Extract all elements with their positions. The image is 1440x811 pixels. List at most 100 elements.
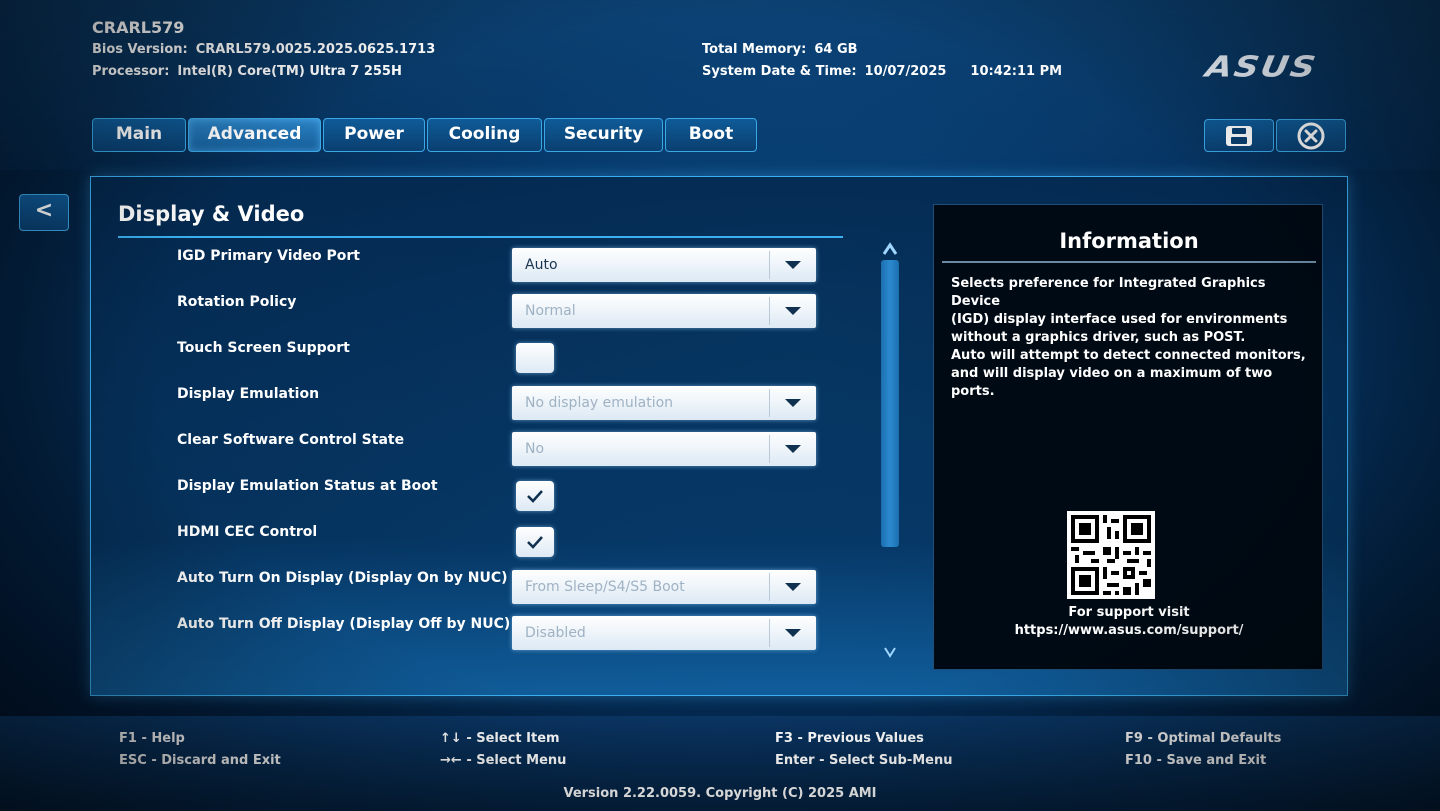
scroll-up-icon[interactable] bbox=[881, 240, 899, 258]
hdmi-cec-control-checkbox[interactable] bbox=[516, 527, 554, 557]
footer-key-f1: F1 - Help bbox=[119, 731, 185, 746]
setting-label-auto-turn-off-display: Auto Turn Off Display (Display Off by NU… bbox=[177, 616, 511, 632]
section-divider bbox=[118, 236, 843, 238]
asus-logo: ASUS bbox=[1203, 50, 1320, 84]
dropdown-value: Disabled bbox=[525, 625, 586, 641]
dropdown-separator bbox=[769, 435, 770, 463]
info-line: (IGD) display interface used for environ… bbox=[951, 312, 1288, 327]
key-name: F10 bbox=[1125, 753, 1152, 768]
support-url: https://www.asus.com/support/ bbox=[1014, 623, 1244, 638]
section-title: Display & Video bbox=[118, 202, 305, 226]
setting-label-clear-software-control-state: Clear Software Control State bbox=[177, 432, 405, 448]
footer-key-arrows-leftright: →← - Select Menu bbox=[440, 753, 567, 768]
processor-value: Intel(R) Core(TM) Ultra 7 255H bbox=[177, 64, 402, 79]
information-title: Information bbox=[1059, 229, 1199, 253]
dropdown-separator bbox=[769, 573, 770, 601]
footer-key-esc: ESC - Discard and Exit bbox=[119, 753, 281, 768]
dropdown-separator bbox=[769, 251, 770, 279]
dropdown-value: No bbox=[525, 441, 545, 457]
exit-button[interactable] bbox=[1276, 119, 1346, 152]
scrollbar-thumb[interactable] bbox=[881, 260, 899, 547]
footer-key-f9: F9 - Optimal Defaults bbox=[1125, 731, 1282, 746]
setting-label-touch-screen-support: Touch Screen Support bbox=[177, 340, 350, 356]
checkmark-icon bbox=[527, 536, 543, 549]
clear-software-control-state-dropdown[interactable]: No bbox=[512, 432, 816, 466]
key-desc: Select Menu bbox=[476, 753, 567, 768]
key-name: ↑↓ bbox=[440, 731, 462, 746]
key-desc: Discard and Exit bbox=[161, 753, 281, 768]
tab-cooling[interactable]: Cooling bbox=[427, 118, 542, 152]
processor-row: Processor: Intel(R) Core(TM) Ultra 7 255H bbox=[92, 64, 402, 79]
key-desc: Optimal Defaults bbox=[1157, 731, 1282, 746]
key-desc: Previous Values bbox=[807, 731, 924, 746]
footer-key-f10: F10 - Save and Exit bbox=[1125, 753, 1267, 768]
chevron-down-icon bbox=[785, 445, 801, 453]
display-emulation-dropdown[interactable]: No display emulation bbox=[512, 386, 816, 420]
tab-main[interactable]: Main bbox=[92, 118, 186, 152]
dropdown-value: Auto bbox=[525, 257, 558, 273]
dropdown-separator bbox=[769, 389, 770, 417]
info-line: and will display video on a maximum of t… bbox=[951, 366, 1273, 399]
key-name: F9 bbox=[1125, 731, 1143, 746]
total-memory-label: Total Memory: bbox=[702, 42, 807, 57]
igd-primary-video-port-dropdown[interactable]: Auto bbox=[512, 248, 816, 282]
tab-boot[interactable]: Boot bbox=[665, 118, 757, 152]
information-text: Selects preference for Integrated Graphi… bbox=[951, 275, 1311, 401]
dropdown-separator bbox=[769, 619, 770, 647]
system-time-value: 10:42:11 PM bbox=[970, 64, 1063, 79]
key-name: →← bbox=[440, 753, 462, 768]
tab-power[interactable]: Power bbox=[323, 118, 425, 152]
dropdown-value: No display emulation bbox=[525, 395, 674, 411]
display-emulation-status-at-boot-checkbox[interactable] bbox=[516, 481, 554, 511]
setting-label-auto-turn-on-display: Auto Turn On Display (Display On by NUC) bbox=[177, 570, 508, 586]
setting-label-display-emulation: Display Emulation bbox=[177, 386, 320, 402]
auto-turn-on-display-dropdown[interactable]: From Sleep/S4/S5 Boot bbox=[512, 570, 816, 604]
dropdown-value: From Sleep/S4/S5 Boot bbox=[525, 579, 685, 595]
checkmark-icon bbox=[527, 490, 543, 503]
information-divider bbox=[942, 261, 1316, 263]
chevron-down-icon bbox=[785, 307, 801, 315]
chevron-down-icon bbox=[785, 261, 801, 269]
close-circle-icon bbox=[1297, 122, 1325, 149]
dropdown-separator bbox=[769, 297, 770, 325]
setting-label-display-emulation-status-at-boot: Display Emulation Status at Boot bbox=[177, 478, 438, 494]
bios-version-label: Bios Version: bbox=[92, 42, 188, 57]
save-button[interactable] bbox=[1204, 119, 1274, 152]
main-tabs: Main Advanced Power Cooling Security Boo… bbox=[92, 118, 757, 152]
chevron-down-icon bbox=[785, 399, 801, 407]
save-icon bbox=[1226, 125, 1252, 146]
touch-screen-support-checkbox[interactable] bbox=[516, 343, 554, 373]
key-name: Enter bbox=[775, 753, 815, 768]
footer-key-enter: Enter - Select Sub-Menu bbox=[775, 753, 953, 768]
key-desc: Select Item bbox=[476, 731, 560, 746]
information-panel: Information Selects preference for Integ… bbox=[933, 204, 1323, 670]
key-name: F3 bbox=[775, 731, 793, 746]
tab-security[interactable]: Security bbox=[544, 118, 663, 152]
info-line: Selects preference for Integrated Graphi… bbox=[951, 276, 1266, 309]
setting-label-igd-primary-video-port: IGD Primary Video Port bbox=[177, 248, 360, 264]
tab-advanced[interactable]: Advanced bbox=[188, 118, 321, 152]
support-text: For support visit bbox=[1068, 605, 1190, 620]
bios-version-row: Bios Version: CRARL579.0025.2025.0625.171… bbox=[92, 42, 435, 57]
key-desc: Help bbox=[151, 731, 185, 746]
system-datetime-row: System Date & Time: 10/07/2025 10:42:11 PM bbox=[702, 64, 1062, 79]
key-name: ESC bbox=[119, 753, 147, 768]
setting-label-hdmi-cec-control: HDMI CEC Control bbox=[177, 524, 318, 540]
back-button[interactable]: < bbox=[19, 194, 69, 231]
footer-key-f3: F3 - Previous Values bbox=[775, 731, 924, 746]
dropdown-value: Normal bbox=[525, 303, 576, 319]
footer-key-arrows-updown: ↑↓ - Select Item bbox=[440, 731, 560, 746]
key-desc: Select Sub-Menu bbox=[829, 753, 953, 768]
bios-version-value: CRARL579.0025.2025.0625.1713 bbox=[195, 42, 436, 57]
chevron-down-icon bbox=[785, 583, 801, 591]
chevron-down-icon bbox=[785, 629, 801, 637]
scroll-down-icon[interactable] bbox=[881, 644, 899, 660]
key-name: F1 bbox=[119, 731, 137, 746]
info-line: without a graphics driver, such as POST. bbox=[951, 330, 1246, 345]
rotation-policy-dropdown[interactable]: Normal bbox=[512, 294, 816, 328]
auto-turn-off-display-dropdown[interactable]: Disabled bbox=[512, 616, 816, 650]
system-date-value: 10/07/2025 bbox=[864, 64, 947, 79]
key-desc: Save and Exit bbox=[1166, 753, 1267, 768]
info-line: Auto will attempt to detect connected mo… bbox=[951, 348, 1306, 363]
version-text: Version 2.22.0059. Copyright (C) 2025 AM… bbox=[563, 786, 877, 801]
